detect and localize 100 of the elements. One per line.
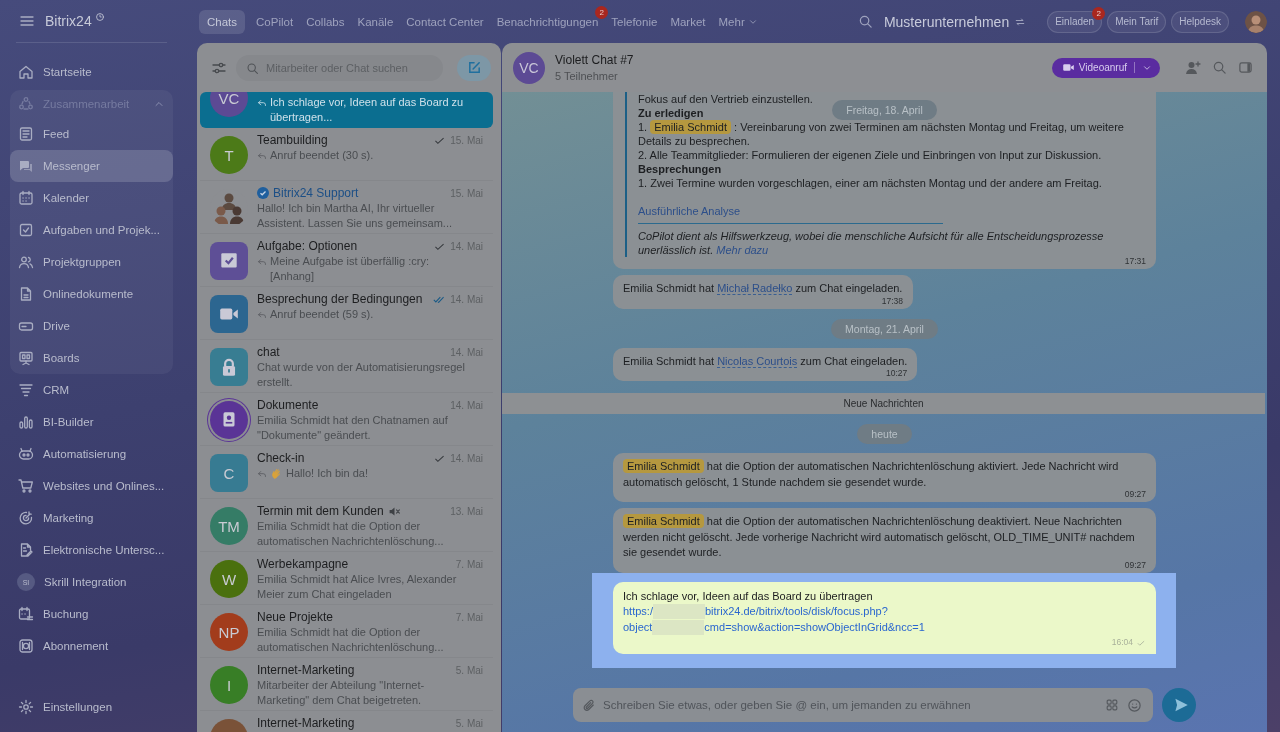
sidebar-item[interactable]: Projektgruppen <box>10 246 173 278</box>
section-heading: Zu erledigen <box>638 106 704 120</box>
sidebar-label: Drive <box>43 320 70 332</box>
chat-title: Neue Projekte <box>257 610 334 624</box>
calendar-list-icon <box>18 606 34 622</box>
people-icon <box>18 254 34 270</box>
analysis-link[interactable]: Ausführliche Analyse <box>638 204 1146 218</box>
sidebar-item[interactable]: Boards <box>10 342 173 374</box>
chat-preview: Emilia Schmidt hat die Option der automatischen Nachrichtenlöschung... <box>257 519 445 548</box>
funnel-icon <box>18 382 34 398</box>
header-button[interactable]: Mein Tarif <box>1107 10 1167 33</box>
chat-title: Werbekampagne <box>257 557 349 571</box>
sidebar-item[interactable]: Onlinedokumente <box>10 278 173 310</box>
more-link[interactable]: Mehr dazu <box>716 244 769 256</box>
sidebar-item[interactable]: Elektronische Untersc... <box>10 534 173 566</box>
nav-tab[interactable]: CoPilot <box>250 10 300 33</box>
chat-preview: Anruf beendet (30 s). <box>270 148 374 163</box>
sidebar-item[interactable]: Feed <box>10 118 173 150</box>
message-time: 17:31 <box>1123 256 1146 266</box>
company-name[interactable]: Musterunternehmen <box>883 13 1010 30</box>
chat-preview: Anruf beendet (59 s). <box>270 307 374 322</box>
avatar: C <box>210 454 248 492</box>
nav-tab[interactable]: Mehr <box>712 10 764 33</box>
search-icon <box>857 14 873 29</box>
settings-icon <box>18 699 34 715</box>
chat-preview: Emilia Schmidt hat die Option der automatischen Nachrichtenlöschung... <box>257 625 445 654</box>
counter-badge: 2 <box>1092 6 1106 20</box>
message-time: 16:04 <box>1111 636 1133 649</box>
sidebar-item[interactable]: Startseite <box>10 56 173 88</box>
chat-title: Teambuilding <box>257 133 328 147</box>
nav-tab[interactable]: Chats <box>199 9 246 34</box>
nav-tab[interactable]: Collabs <box>300 10 351 33</box>
task-line: 1. Emilia Schmidt : Vereinbarung von zwei Terminen am nächsten Montag und Freitag, um weitere Details zu besprechen. <box>638 120 1125 148</box>
sidebar-item[interactable]: Automatisierung <box>10 438 173 470</box>
chat-preview: Emilia Schmidt hat den Chatnamen auf "Dokumente" geändert. <box>257 413 449 442</box>
avatar: VC <box>513 51 545 84</box>
checkbox-icon <box>18 222 34 238</box>
sidebar-label: Aufgaben und Projek... <box>43 224 160 236</box>
settings-item[interactable]: Einstellungen <box>10 691 173 723</box>
sidebar-item[interactable]: Drive <box>10 310 173 342</box>
sidebar-item[interactable]: BI-Builder <box>10 406 173 438</box>
url-link[interactable]: object <box>623 619 653 635</box>
sidebar-item[interactable]: Aufgaben und Projek... <box>10 214 173 246</box>
subscription-icon <box>18 638 34 654</box>
header-button[interactable]: Helpdesk <box>1171 10 1229 33</box>
avatar: TM <box>210 507 248 545</box>
chat-list-item[interactable]: VC Ich schlage vor, Ideen auf das Board zu übertragen... <box>200 92 493 128</box>
board-icon <box>18 350 34 366</box>
new-chat-button[interactable] <box>457 54 491 81</box>
chat-title: Termin mit dem Kunden <box>257 504 384 518</box>
message-text: 1. Zwei Termine wurden vorgeschlagen, einer am nächsten Montag und der andere am Freitag. <box>638 176 1102 190</box>
chat-title: Aufgabe: Optionen <box>257 239 358 253</box>
avatar-icon <box>1245 10 1267 33</box>
message-time: 10:27 <box>885 368 908 378</box>
sidebar-label: CRM <box>43 384 70 396</box>
section-heading: Besprechungen <box>638 162 722 176</box>
url-link[interactable]: bitrix24.de/bitrix/tools/disk/focus.php? <box>704 604 888 620</box>
avatar: VC <box>210 92 248 117</box>
emoji-icon <box>1127 698 1142 713</box>
add-user-icon <box>1185 59 1201 76</box>
signature-icon <box>18 542 34 558</box>
chat-title: Bitrix24 Support <box>273 186 359 200</box>
chat-title: Besprechung der Bedingungen <box>257 292 423 306</box>
nav-tab[interactable]: Contact Center <box>400 10 490 33</box>
sidebar-item[interactable]: Abonnement <box>10 630 173 662</box>
user-link[interactable]: Michał Radełko <box>717 282 793 295</box>
message-text: Ich schlage vor, Ideen auf das Board zu übertragen <box>623 588 874 604</box>
cart-icon <box>18 478 34 494</box>
mention-chip[interactable]: Emilia Schmidt <box>623 459 704 473</box>
url-link[interactable]: cmd=show&action=showObjectInGrid&ncc=1 <box>704 619 925 635</box>
search-icon <box>1212 60 1227 75</box>
calendar-icon <box>18 190 34 206</box>
nav-tab[interactable]: Kanäle <box>351 10 400 33</box>
chat-title: Internet-Marketing <box>257 716 355 730</box>
date-pill: heute <box>857 424 912 444</box>
sidebar-label: Skrill Integration <box>44 576 127 588</box>
search-icon <box>246 61 259 75</box>
sidebar-label: Startseite <box>43 66 92 78</box>
mention-chip[interactable]: Emilia Schmidt <box>623 514 704 528</box>
chat-bubbles-icon <box>18 158 34 174</box>
message-field[interactable]: Schreiben Sie etwas, oder geben Sie @ ein, um jemanden zu erwähnen <box>573 688 1153 722</box>
send-button[interactable] <box>1162 688 1196 722</box>
user-link[interactable]: Nicolas Courtois <box>717 354 798 368</box>
document-icon <box>18 286 34 302</box>
switch-icon <box>1014 15 1027 28</box>
url-link[interactable]: https:/ <box>623 604 653 620</box>
header-button[interactable]: Einladen 2 <box>1047 10 1103 33</box>
sidebar-label: Kalender <box>43 192 90 204</box>
sidebar-item[interactable]: Buchung <box>10 598 173 630</box>
sidebar-item[interactable]: Websites und Onlines... <box>10 470 173 502</box>
nav-tab[interactable]: Market <box>664 10 712 33</box>
sidebar-label: Websites und Onlines... <box>43 480 165 492</box>
mention-chip[interactable]: Emilia Schmidt <box>650 120 731 134</box>
sidebar-item[interactable]: Marketing <box>10 502 173 534</box>
disclaimer-text: CoPilot dient als Hilfswerkzeug, wobei die menschliche Aufsicht für alle Entscheidungsprozesse unerlässlich ist. Mehr dazu <box>638 229 1105 257</box>
sidebar-item[interactable]: Kalender <box>10 182 173 214</box>
video-call-button[interactable]: Videoanruf <box>1051 57 1160 78</box>
sidebar-item[interactable]: CRM <box>10 374 173 406</box>
sidebar-item[interactable]: Messenger <box>10 150 173 182</box>
chat-title: Violett Chat #7 <box>555 53 635 67</box>
